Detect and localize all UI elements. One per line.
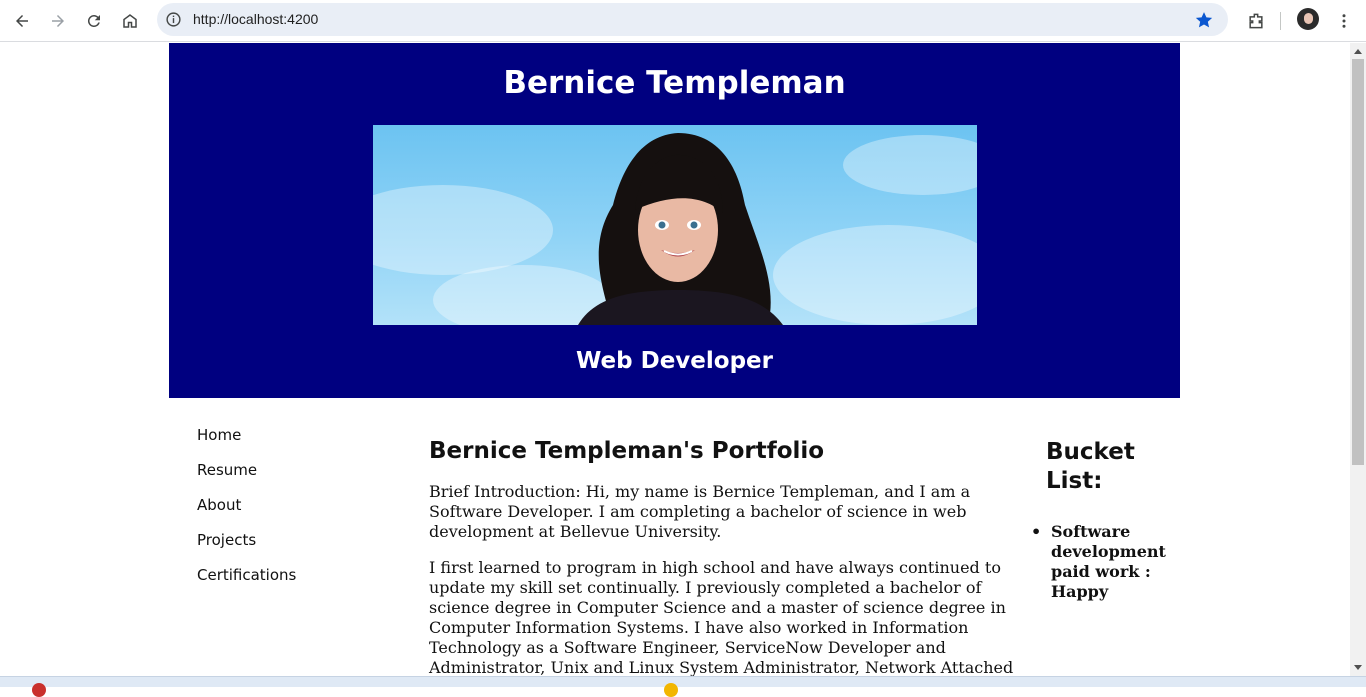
scroll-down-arrow-icon[interactable] <box>1354 665 1362 670</box>
address-bar[interactable]: http://localhost:4200 <box>157 3 1228 36</box>
scroll-up-arrow-icon[interactable] <box>1354 49 1362 54</box>
site-title: Bernice Templeman <box>503 65 846 101</box>
bookmark-star-icon[interactable] <box>1194 10 1214 30</box>
background-paragraph: I first learned to program in high schoo… <box>429 558 1014 676</box>
site-info-icon[interactable] <box>165 11 182 28</box>
scroll-thumb[interactable] <box>1352 59 1364 465</box>
vertical-scrollbar[interactable] <box>1350 43 1366 676</box>
browser-menu-button[interactable] <box>1330 5 1358 37</box>
nav-certifications-link[interactable]: Certifications <box>197 566 397 601</box>
taskbar-app-icon[interactable] <box>32 683 46 697</box>
kebab-menu-icon <box>1342 14 1346 28</box>
browser-toolbar: http://localhost:4200 <box>0 0 1366 42</box>
url-text[interactable]: http://localhost:4200 <box>193 11 318 27</box>
nav-home-link[interactable]: Home <box>197 426 397 461</box>
list-item: Software development paid work : Happy <box>1031 522 1176 602</box>
portfolio-title: Bernice Templeman's Portfolio <box>429 438 825 464</box>
intro-paragraph: Brief Introduction: Hi, my name is Berni… <box>429 482 971 541</box>
back-button[interactable] <box>6 5 38 37</box>
nav-projects-link[interactable]: Projects <box>197 531 397 566</box>
bucket-list-items: Software development paid work : Happy <box>1031 522 1176 602</box>
puzzle-icon <box>1249 13 1263 29</box>
home-button[interactable] <box>114 5 146 37</box>
forward-button[interactable] <box>42 5 74 37</box>
profile-avatar[interactable] <box>1297 8 1319 30</box>
toolbar-separator <box>1280 12 1281 30</box>
nav-about-link[interactable]: About <box>197 496 397 531</box>
page-viewport: Bernice Templeman Web Developer Home Res… <box>0 43 1350 676</box>
main-content: Bernice Templeman's Portfolio Brief Intr… <box>429 438 1029 676</box>
reload-icon <box>87 14 100 27</box>
portrait-figure <box>578 133 783 325</box>
bucket-list-title: Bucket List: <box>1046 439 1135 494</box>
taskbar-strip <box>0 676 1366 697</box>
taskbar-app-icon[interactable] <box>664 683 678 697</box>
bucket-list: Bucket List: Software development paid w… <box>1031 438 1176 602</box>
side-navigation: Home Resume About Projects Certification… <box>197 426 397 601</box>
forward-arrow-icon <box>52 15 64 27</box>
profile-photo <box>373 125 977 325</box>
site-header: Bernice Templeman Web Developer <box>169 43 1180 398</box>
back-arrow-icon <box>16 15 28 27</box>
nav-resume-link[interactable]: Resume <box>197 461 397 496</box>
extensions-button[interactable] <box>1240 5 1272 37</box>
site-subtitle: Web Developer <box>576 348 773 374</box>
home-icon <box>123 14 137 28</box>
reload-button[interactable] <box>78 5 110 37</box>
